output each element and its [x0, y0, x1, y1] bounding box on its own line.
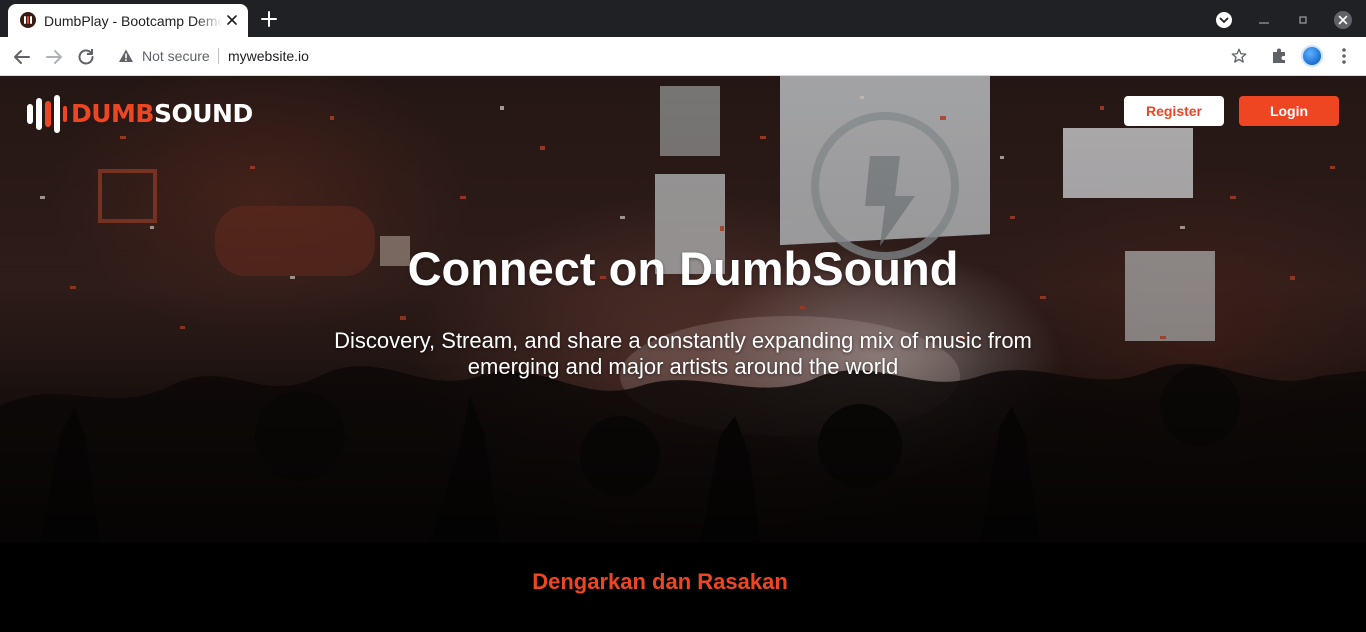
minimize-icon[interactable] — [1254, 10, 1274, 30]
page-viewport: DUMBSOUND Register Login Connect on Dumb… — [0, 76, 1366, 632]
back-arrow-icon[interactable] — [10, 45, 34, 69]
close-tab-icon[interactable] — [224, 12, 240, 28]
logo-wordmark: DUMBSOUND — [71, 99, 253, 129]
address-divider — [218, 48, 219, 64]
register-button[interactable]: Register — [1124, 96, 1224, 126]
logo-text-sound: SOUND — [154, 99, 253, 128]
profile-avatar[interactable] — [1301, 45, 1323, 67]
kebab-menu-icon[interactable] — [1334, 46, 1354, 66]
hero-section: DUMBSOUND Register Login Connect on Dumb… — [0, 76, 1366, 543]
address-bar[interactable]: Not secure mywebsite.io — [108, 41, 1262, 71]
warning-icon[interactable] — [118, 48, 134, 64]
dumbsound-favicon-icon — [20, 12, 36, 28]
security-label[interactable]: Not secure — [142, 47, 210, 65]
new-tab-plus-icon[interactable] — [258, 8, 280, 30]
browser-tab-strip: DumbPlay - Bootcamp Demo — [0, 0, 1366, 37]
dumbsound-logo-icon — [27, 95, 67, 133]
hero-subtitle: Discovery, Stream, and share a constantl… — [334, 328, 1032, 379]
extensions-puzzle-icon[interactable] — [1270, 46, 1290, 66]
hero-title: Connect on DumbSound — [407, 242, 959, 295]
login-button[interactable]: Login — [1239, 96, 1339, 126]
tab-title: DumbPlay - Bootcamp Demo — [44, 13, 222, 29]
section-title: Dengarkan dan Rasakan — [532, 569, 788, 594]
restore-icon[interactable] — [1293, 10, 1313, 30]
browser-tab[interactable]: DumbPlay - Bootcamp Demo — [8, 4, 248, 37]
hero-overlay — [0, 76, 1366, 543]
tab-search-icon[interactable] — [1214, 10, 1234, 30]
url-text[interactable]: mywebsite.io — [228, 47, 309, 65]
reload-icon[interactable] — [74, 45, 98, 69]
browser-toolbar: Not secure mywebsite.io — [0, 37, 1366, 76]
logo-text-dumb: DUMB — [71, 99, 155, 128]
star-icon[interactable] — [1230, 47, 1248, 65]
forward-arrow-icon[interactable] — [42, 45, 66, 69]
close-window-icon[interactable] — [1333, 10, 1353, 30]
